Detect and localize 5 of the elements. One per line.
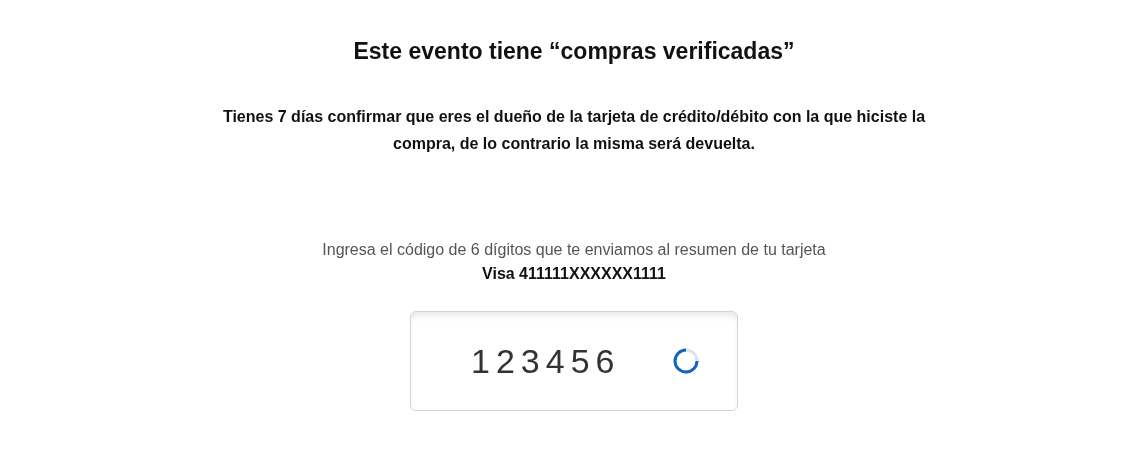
- code-field[interactable]: 123456: [410, 311, 738, 411]
- notice-text: Tienes 7 días confirmar que eres el dueño de la tarjeta de crédito/débito con la que hiciste la compra, de lo contrario la misma será devuelta.: [221, 107, 927, 154]
- page-title: Este evento tiene “compras verificadas”: [353, 38, 795, 65]
- instruction-text: Ingresa el código de 6 dígitos que te enviamos al resumen de tu tarjeta: [322, 241, 826, 259]
- card-number: Visa 411111XXXXXX1111: [482, 265, 666, 283]
